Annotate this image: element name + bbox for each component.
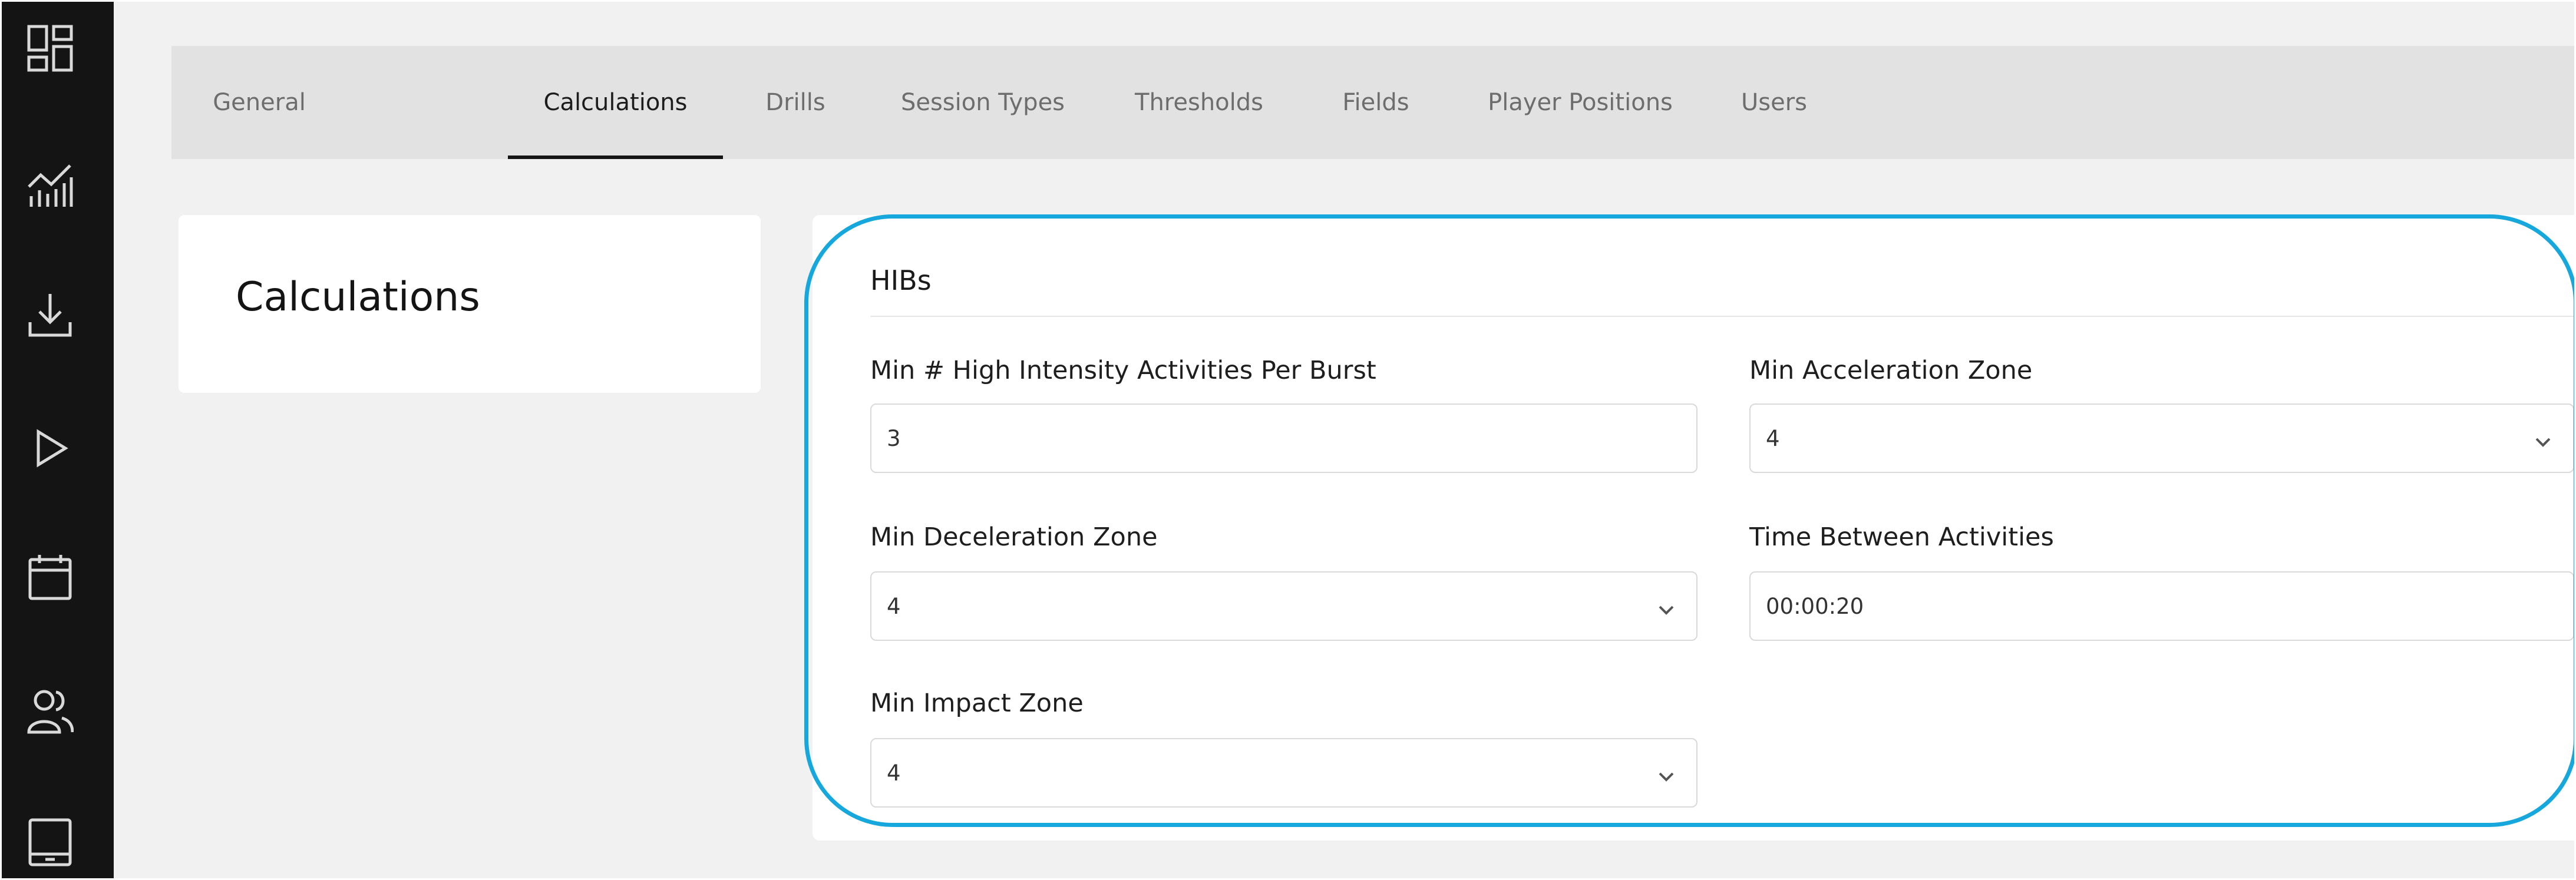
sidebar	[2, 2, 114, 878]
calendar-icon[interactable]	[27, 553, 74, 602]
dashboard-icon[interactable]	[27, 24, 74, 74]
section-title: HIBs	[870, 264, 932, 296]
min-impact-zone-value: 4	[887, 760, 901, 786]
time-between-input[interactable]	[1749, 571, 2574, 641]
tab-thresholds[interactable]: Thresholds	[1134, 46, 1264, 159]
min-decel-zone-value: 4	[887, 593, 901, 619]
tab-session-types[interactable]: Session Types	[900, 46, 1065, 159]
active-tab-indicator	[508, 156, 723, 159]
time-between-label: Time Between Activities	[1749, 522, 2054, 552]
min-activities-value[interactable]	[887, 425, 1696, 451]
time-between-value[interactable]	[1766, 593, 2573, 619]
tab-drills[interactable]: Drills	[763, 46, 828, 159]
min-activities-input[interactable]	[870, 403, 1697, 473]
download-icon[interactable]	[27, 290, 74, 340]
chevron-down-icon	[1656, 598, 1676, 616]
min-accel-zone-value: 4	[1766, 425, 1780, 451]
page-title: Calculations	[236, 274, 480, 320]
chevron-down-icon	[2533, 431, 2553, 448]
min-accel-zone-label: Min Acceleration Zone	[1749, 356, 2033, 385]
min-accel-zone-select[interactable]: 4	[1749, 403, 2574, 473]
min-impact-zone-select[interactable]: 4	[870, 738, 1697, 808]
app-window: General Calculations Drills Session Type…	[2, 2, 2574, 878]
tab-player-positions[interactable]: Player Positions	[1486, 46, 1675, 159]
min-activities-label: Min # High Intensity Activities Per Burs…	[870, 356, 1376, 385]
users-icon[interactable]	[27, 687, 74, 737]
min-decel-zone-label: Min Deceleration Zone	[870, 522, 1158, 552]
section-nav-card: Calculations	[179, 215, 761, 393]
section-divider	[870, 316, 2574, 317]
play-icon[interactable]	[27, 424, 74, 473]
tab-calculations[interactable]: Calculations	[508, 46, 723, 159]
min-decel-zone-select[interactable]: 4	[870, 571, 1697, 641]
analytics-icon[interactable]	[27, 160, 74, 209]
settings-tabbar: General Calculations Drills Session Type…	[171, 46, 2574, 159]
min-impact-zone-label: Min Impact Zone	[870, 689, 1084, 718]
tab-general[interactable]: General	[213, 46, 306, 159]
tablet-icon[interactable]	[27, 818, 74, 867]
tab-fields[interactable]: Fields	[1337, 46, 1414, 159]
tab-users[interactable]: Users	[1739, 46, 1809, 159]
chevron-down-icon	[1656, 765, 1676, 783]
